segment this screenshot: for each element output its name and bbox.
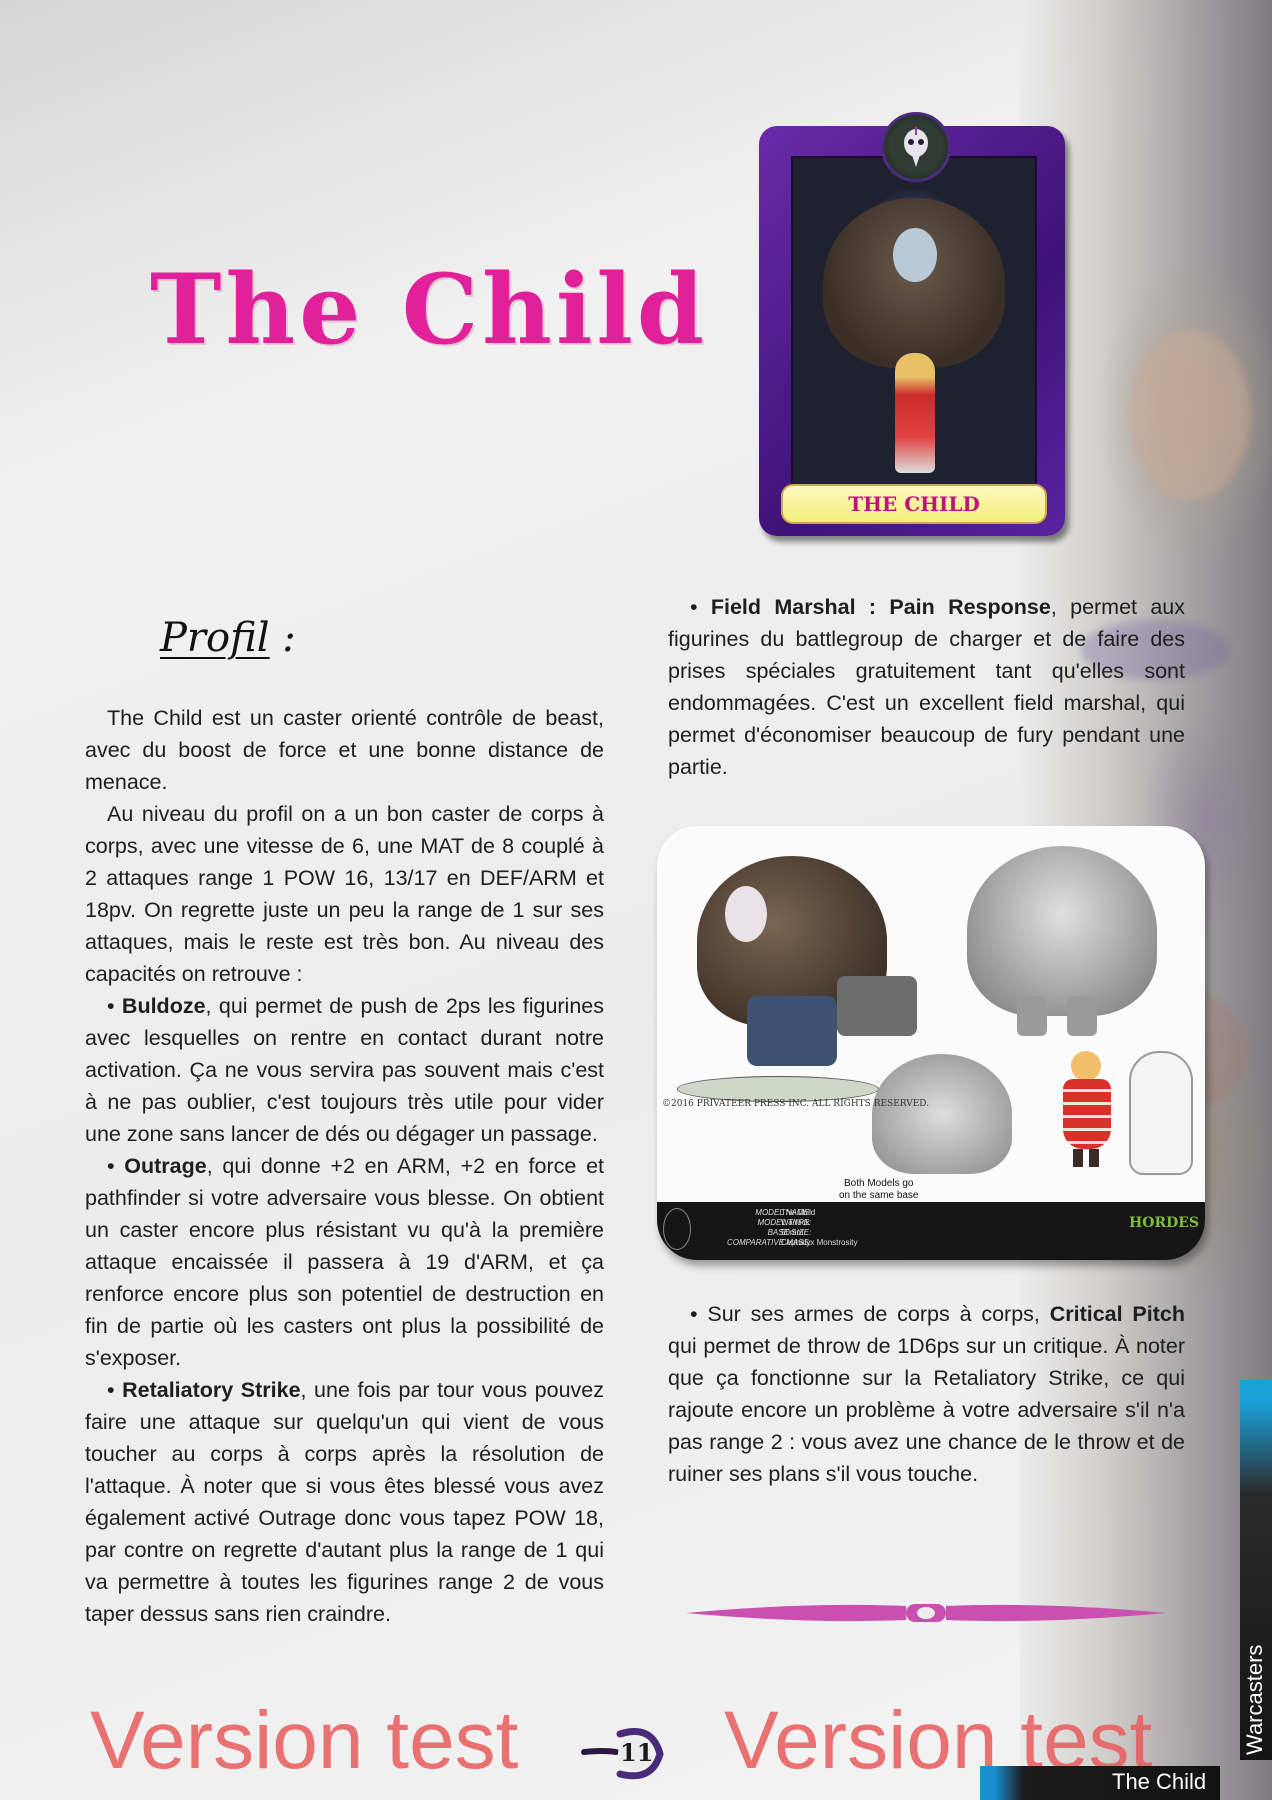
beast-small-sketch xyxy=(872,1054,1012,1174)
critical-pitch-intro: Sur ses armes de corps à corps, xyxy=(697,1302,1050,1326)
bullet: • xyxy=(690,595,698,619)
retaliatory-name: Retaliatory Strike xyxy=(122,1378,301,1402)
outrage-text: , qui donne +2 en ARM, +2 en force et pa… xyxy=(85,1154,604,1370)
card-name-plate: THE CHILD xyxy=(781,484,1047,524)
field-marshal-paragraph: • Field Marshal : Pain Response, permet … xyxy=(668,591,1185,783)
outrage-paragraph: • Outrage, qui donne +2 en ARM, +2 en fo… xyxy=(85,1150,604,1374)
profile-paragraph: Au niveau du profil on a un bon caster d… xyxy=(85,802,604,986)
field-marshal-name: Field Marshal : Pain Response xyxy=(710,595,1051,619)
critical-pitch-name: Critical Pitch xyxy=(1049,1302,1185,1326)
child-color-figure xyxy=(1057,1051,1117,1171)
watermark-left: Version test xyxy=(90,1695,519,1786)
value-model-name: The Child xyxy=(781,1208,816,1217)
concept-art-sheet: ©2016 PRIVATEER PRESS INC. ALL RIGHTS RE… xyxy=(657,826,1205,1260)
hordes-logo: HORDES xyxy=(1129,1215,1199,1231)
bullet: • xyxy=(107,1378,115,1402)
page-number-badge: 11 xyxy=(580,1718,670,1788)
privateer-logo-icon xyxy=(663,1208,691,1250)
bullet: • xyxy=(690,1302,698,1326)
beast-figure xyxy=(823,198,1005,368)
model-info-strip: MODEL NAME: MODEL TYPE: BASE SIZE: COMPA… xyxy=(657,1202,1205,1260)
beast-back-sketch xyxy=(947,846,1177,1046)
decorative-divider xyxy=(686,1604,1166,1622)
footer-chapter-name: The Child xyxy=(1112,1769,1207,1794)
bullet: • xyxy=(107,994,115,1018)
bullet: • xyxy=(107,1154,115,1178)
field-marshal-text: , permet aux figurines du battlegroup de… xyxy=(668,595,1185,779)
beast-color-figure xyxy=(677,856,917,1106)
profil-heading-text: Profil xyxy=(160,615,270,661)
child-figure xyxy=(895,353,935,473)
base-note: Both Models go on the same base xyxy=(839,1178,919,1202)
model-info-values: The Child Warlock 50mm Cephalyx Monstros… xyxy=(781,1208,857,1248)
buldoze-name: Buldoze xyxy=(121,994,206,1018)
profil-colon: : xyxy=(269,615,296,661)
character-card: THE CHILD xyxy=(759,112,1065,536)
retaliatory-paragraph: • Retaliatory Strike, une fois par tour … xyxy=(85,1374,604,1630)
retaliatory-text: , une fois par tour vous pouvez faire un… xyxy=(85,1378,604,1626)
right-column-top: • Field Marshal : Pain Response, permet … xyxy=(668,591,1185,783)
critical-pitch-paragraph: • Sur ses armes de corps à corps, Critic… xyxy=(668,1298,1185,1490)
right-column-bottom: • Sur ses armes de corps à corps, Critic… xyxy=(668,1298,1185,1490)
card-artwork xyxy=(791,156,1037,488)
base-note-line1: Both Models go xyxy=(844,1178,914,1189)
critical-pitch-text: qui permet de throw de 1D6ps sur un crit… xyxy=(668,1334,1185,1486)
section-side-label: Warcasters xyxy=(1242,1644,1267,1755)
buldoze-paragraph: • Buldoze, qui permet de push de 2ps les… xyxy=(85,990,604,1150)
value-base-size: 50mm xyxy=(781,1228,804,1237)
copyright-notice: ©2016 PRIVATEER PRESS INC. ALL RIGHTS RE… xyxy=(662,1099,930,1109)
outrage-name: Outrage xyxy=(124,1154,207,1178)
profil-heading: Profil : xyxy=(160,615,296,661)
page-title: The Child xyxy=(150,253,708,366)
left-column: The Child est un caster orienté contrôle… xyxy=(85,702,604,1630)
faction-skull-icon xyxy=(881,112,951,182)
intro-paragraph: The Child est un caster orienté contrôle… xyxy=(85,706,604,794)
child-back-sketch xyxy=(1129,1051,1193,1175)
beast-face xyxy=(893,228,937,282)
value-comparative-mass: Cephalyx Monstrosity xyxy=(781,1238,858,1247)
page-number: 11 xyxy=(620,1738,654,1767)
base-note-line2: on the same base xyxy=(839,1190,919,1201)
value-model-type: Warlock xyxy=(781,1218,810,1227)
